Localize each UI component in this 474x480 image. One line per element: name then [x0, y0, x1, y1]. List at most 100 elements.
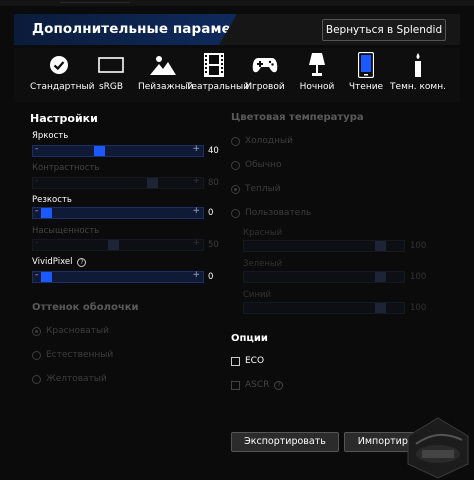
film-icon — [186, 50, 242, 80]
option-label: Холодный — [245, 136, 293, 146]
mode-label: Игровой — [245, 82, 285, 92]
landscape-icon — [138, 50, 188, 80]
mode-srgb[interactable]: sRGB — [92, 50, 130, 92]
brightness-slider[interactable]: - + — [32, 144, 204, 157]
skin-tone-option[interactable]: Желтоватый — [32, 374, 107, 384]
slider-thumb[interactable] — [41, 208, 52, 218]
blue-label: Синий — [243, 290, 272, 300]
window-top-strip — [0, 0, 474, 6]
plus-icon[interactable]: + — [192, 144, 200, 154]
brightness-label: Яркость — [32, 131, 69, 141]
mode-label: Ночной — [299, 82, 335, 92]
sharpness-label: Резкость — [32, 195, 72, 205]
mode-night[interactable]: Ночной — [294, 50, 340, 92]
slider-thumb[interactable] — [375, 272, 386, 282]
color-temp-option[interactable]: Пользователь — [231, 208, 311, 218]
minus-icon[interactable]: - — [35, 176, 38, 186]
mode-label: Стандартный — [30, 82, 95, 92]
gamepad-icon — [242, 50, 288, 80]
slider-thumb[interactable] — [147, 178, 159, 188]
plus-icon[interactable]: + — [192, 238, 200, 248]
tablet-icon — [346, 50, 386, 80]
slider-thumb[interactable] — [107, 240, 119, 250]
color-temp-option[interactable]: Обычно — [231, 160, 281, 170]
minus-icon[interactable]: - — [35, 238, 38, 248]
radio-icon — [231, 184, 240, 194]
mode-theater[interactable]: Театральный — [186, 50, 249, 92]
plus-icon[interactable]: + — [192, 270, 200, 280]
sharpness-value: 0 — [208, 208, 214, 218]
option-label: Естественный — [46, 350, 114, 360]
option-label: Желтоватый — [46, 374, 107, 384]
radio-icon — [231, 136, 240, 146]
mode-landscape[interactable]: Пейзажный — [138, 50, 194, 92]
green-label: Зеленый — [243, 259, 283, 269]
mode-label: Чтение — [348, 82, 384, 92]
slider-thumb[interactable] — [375, 303, 386, 313]
options-title: Опции — [231, 333, 268, 344]
vividpixel-label-row: VividPixel ? — [32, 257, 87, 267]
slider-thumb[interactable] — [94, 146, 106, 156]
option-label: Пользователь — [245, 208, 312, 218]
help-icon[interactable]: ? — [77, 257, 87, 267]
option-label: Красноватый — [46, 326, 109, 336]
green-value: 100 — [410, 272, 427, 282]
minus-icon[interactable]: - — [35, 206, 38, 216]
export-button[interactable]: Экспортировать — [231, 432, 339, 452]
skin-tone-option[interactable]: Естественный — [32, 350, 113, 360]
blue-slider[interactable] — [243, 302, 405, 314]
radio-icon — [231, 208, 240, 218]
checkbox-icon — [231, 356, 240, 366]
radio-icon — [32, 326, 41, 336]
vividpixel-label: VividPixel — [32, 257, 73, 267]
option-label: Теплый — [245, 184, 281, 194]
color-temp-title: Цветовая температура — [231, 112, 364, 123]
top-strip-line — [60, 2, 130, 3]
back-to-splendid-button[interactable]: Вернуться в Splendid — [322, 19, 446, 41]
mode-label: Пейзажный — [138, 82, 194, 92]
watermark-logo — [402, 414, 474, 480]
slider-thumb[interactable] — [375, 241, 386, 251]
vividpixel-value: 0 — [208, 272, 214, 282]
checkbox-icon — [231, 380, 240, 390]
mode-game[interactable]: Игровой — [242, 50, 288, 92]
mode-label: Темн. комн. — [390, 82, 446, 92]
color-temp-option[interactable]: Теплый — [231, 184, 281, 194]
contrast-value: 80 — [208, 178, 219, 188]
minus-icon[interactable]: - — [35, 270, 38, 280]
slider-thumb[interactable] — [41, 272, 52, 282]
sharpness-slider[interactable]: - + — [32, 206, 204, 219]
help-icon[interactable]: ? — [274, 380, 284, 390]
saturation-value: 50 — [208, 240, 219, 250]
color-temp-option[interactable]: Холодный — [231, 136, 293, 146]
saturation-label: Насыщенность — [32, 226, 100, 236]
mode-standard[interactable]: Стандартный — [30, 50, 95, 92]
header-slant — [219, 14, 237, 45]
skin-tone-option[interactable]: Красноватый — [32, 326, 109, 336]
mode-reading[interactable]: Чтение — [346, 50, 386, 92]
red-slider[interactable] — [243, 240, 405, 252]
eco-checkbox[interactable]: ECO — [231, 356, 264, 366]
candle-icon — [390, 50, 446, 80]
mode-dark-room[interactable]: Темн. комн. — [390, 50, 446, 92]
ascr-label: ASCR — [245, 380, 270, 390]
blue-value: 100 — [410, 303, 427, 313]
mode-label: Театральный — [186, 82, 249, 92]
ascr-checkbox[interactable]: ASCR? — [231, 380, 284, 390]
radio-icon — [32, 350, 41, 360]
monitor-outline-icon — [92, 50, 130, 80]
contrast-label: Контрастность — [32, 163, 100, 173]
option-label: Обычно — [245, 160, 282, 170]
red-value: 100 — [410, 241, 427, 251]
red-label: Красный — [243, 228, 283, 238]
vividpixel-slider[interactable]: - + — [32, 270, 204, 283]
plus-icon[interactable]: + — [192, 176, 200, 186]
settings-title: Настройки — [30, 112, 98, 125]
contrast-slider[interactable]: - + — [32, 176, 204, 189]
mode-label: sRGB — [98, 82, 124, 92]
minus-icon[interactable]: - — [35, 144, 38, 154]
saturation-slider[interactable]: - + — [32, 238, 204, 251]
brightness-value: 40 — [208, 146, 219, 156]
green-slider[interactable] — [243, 271, 405, 283]
plus-icon[interactable]: + — [192, 206, 200, 216]
